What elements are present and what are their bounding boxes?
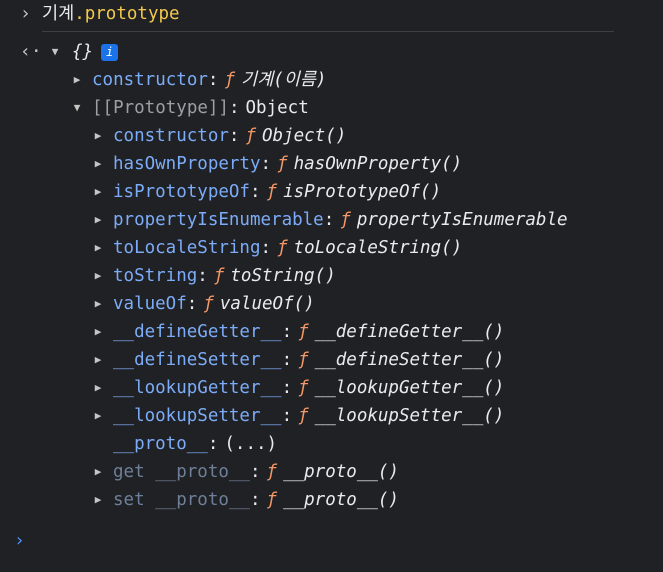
chevron-right-icon: › bbox=[14, 530, 25, 551]
command-object: 기계 bbox=[42, 4, 75, 24]
function-marker: ƒ bbox=[245, 126, 256, 146]
property-key: get __proto__ bbox=[113, 462, 250, 482]
function-name: __defineGetter__() bbox=[314, 322, 505, 342]
function-marker: ƒ bbox=[298, 378, 309, 398]
function-marker: ƒ bbox=[203, 294, 214, 314]
info-icon[interactable]: i bbox=[101, 43, 119, 61]
function-marker: ƒ bbox=[298, 406, 309, 426]
property-key: __defineGetter__ bbox=[113, 322, 282, 342]
property-colon: : bbox=[323, 210, 335, 230]
property-colon: : bbox=[281, 406, 293, 426]
property-colon: : bbox=[281, 378, 293, 398]
property-colon: : bbox=[260, 154, 272, 174]
property-key: set __proto__ bbox=[113, 490, 250, 510]
collapsed-triangle-icon[interactable]: ▶ bbox=[91, 402, 105, 430]
property-colon: : bbox=[207, 70, 219, 90]
function-name: Object() bbox=[262, 126, 347, 146]
collapsed-triangle-icon[interactable]: ▶ bbox=[91, 318, 105, 346]
property-key: __proto__ bbox=[113, 434, 208, 454]
collapsed-triangle-icon[interactable]: ▶ bbox=[91, 122, 105, 150]
property-key: toString bbox=[113, 266, 198, 286]
function-name: __defineSetter__() bbox=[314, 350, 505, 370]
property-key: valueOf bbox=[113, 294, 187, 314]
property-colon: : bbox=[186, 294, 198, 314]
devtools-console: › 기계.prototype ‹· ▼ {} i ▶ constructor: ƒ 기… bbox=[0, 0, 663, 572]
function-marker: ƒ bbox=[298, 350, 309, 370]
property-colon: : bbox=[260, 238, 272, 258]
function-marker: ƒ bbox=[277, 154, 288, 174]
property-value: Object bbox=[245, 98, 309, 118]
expanded-triangle-icon[interactable]: ▼ bbox=[48, 38, 62, 66]
property-key: __lookupGetter__ bbox=[113, 378, 282, 398]
function-name: toLocaleString() bbox=[293, 238, 463, 258]
property-key: propertyIsEnumerable bbox=[113, 210, 324, 230]
function-name: hasOwnProperty() bbox=[293, 154, 463, 174]
function-marker: ƒ bbox=[266, 182, 278, 202]
object-summary[interactable]: {} bbox=[72, 42, 93, 62]
property-colon: : bbox=[228, 98, 240, 118]
collapsed-triangle-icon[interactable]: ▶ bbox=[91, 458, 105, 486]
function-marker: ƒ bbox=[266, 462, 278, 482]
collapsed-triangle-icon[interactable]: ▶ bbox=[91, 234, 105, 262]
property-key: __lookupSetter__ bbox=[113, 406, 282, 426]
chevron-right-icon: › bbox=[20, 3, 31, 24]
function-name: toString() bbox=[230, 266, 336, 286]
collapsed-triangle-icon[interactable]: ▶ bbox=[70, 66, 84, 94]
property-key: [[Prototype]] bbox=[92, 98, 229, 118]
collapsed-triangle-icon[interactable]: ▶ bbox=[91, 150, 105, 178]
function-name: isPrototypeOf() bbox=[283, 182, 442, 202]
collapsed-triangle-icon[interactable]: ▶ bbox=[91, 486, 105, 514]
command-property: .prototype bbox=[74, 4, 180, 24]
function-name: valueOf() bbox=[219, 294, 315, 314]
property-key: hasOwnProperty bbox=[113, 154, 261, 174]
property-key: toLocaleString bbox=[113, 238, 261, 258]
property-colon: : bbox=[249, 182, 261, 202]
function-marker: ƒ bbox=[298, 322, 309, 342]
property-colon: : bbox=[228, 126, 240, 146]
property-key: constructor bbox=[92, 70, 208, 90]
collapsed-triangle-icon[interactable]: ▶ bbox=[91, 290, 105, 318]
property-colon: : bbox=[249, 490, 261, 510]
function-name: __proto__() bbox=[283, 462, 399, 482]
collapsed-triangle-icon[interactable]: ▶ bbox=[91, 374, 105, 402]
property-key: constructor bbox=[113, 126, 229, 146]
collapsed-triangle-icon[interactable]: ▶ bbox=[91, 346, 105, 374]
lazy-value[interactable]: (...) bbox=[224, 434, 277, 454]
function-marker: ƒ bbox=[277, 238, 288, 258]
collapsed-triangle-icon[interactable]: ▶ bbox=[91, 178, 105, 206]
command-text: 기계.prototype bbox=[42, 0, 180, 28]
function-marker: ƒ bbox=[213, 266, 225, 286]
property-key: __defineSetter__ bbox=[113, 350, 282, 370]
function-name: __proto__() bbox=[283, 490, 399, 510]
separator bbox=[42, 31, 614, 32]
function-name: propertyIsEnumerable bbox=[356, 210, 568, 230]
property-colon: : bbox=[281, 350, 293, 370]
collapsed-triangle-icon[interactable]: ▶ bbox=[91, 206, 105, 234]
return-arrow-icon: ‹· bbox=[20, 41, 42, 62]
console-prompt-line[interactable]: › bbox=[0, 527, 663, 555]
function-name: __lookupGetter__() bbox=[314, 378, 505, 398]
property-colon: : bbox=[281, 322, 293, 342]
property-colon: : bbox=[207, 434, 219, 454]
property-colon: : bbox=[249, 462, 261, 482]
function-marker: ƒ bbox=[266, 490, 278, 510]
collapsed-triangle-icon[interactable]: ▶ bbox=[91, 262, 105, 290]
function-marker: ƒ bbox=[224, 70, 235, 90]
expanded-triangle-icon[interactable]: ▼ bbox=[70, 94, 84, 122]
property-colon: : bbox=[197, 266, 208, 286]
property-key: isPrototypeOf bbox=[113, 182, 250, 202]
function-name: __lookupSetter__() bbox=[314, 406, 505, 426]
function-name: 기계(이름) bbox=[241, 70, 327, 90]
function-marker: ƒ bbox=[340, 210, 351, 230]
